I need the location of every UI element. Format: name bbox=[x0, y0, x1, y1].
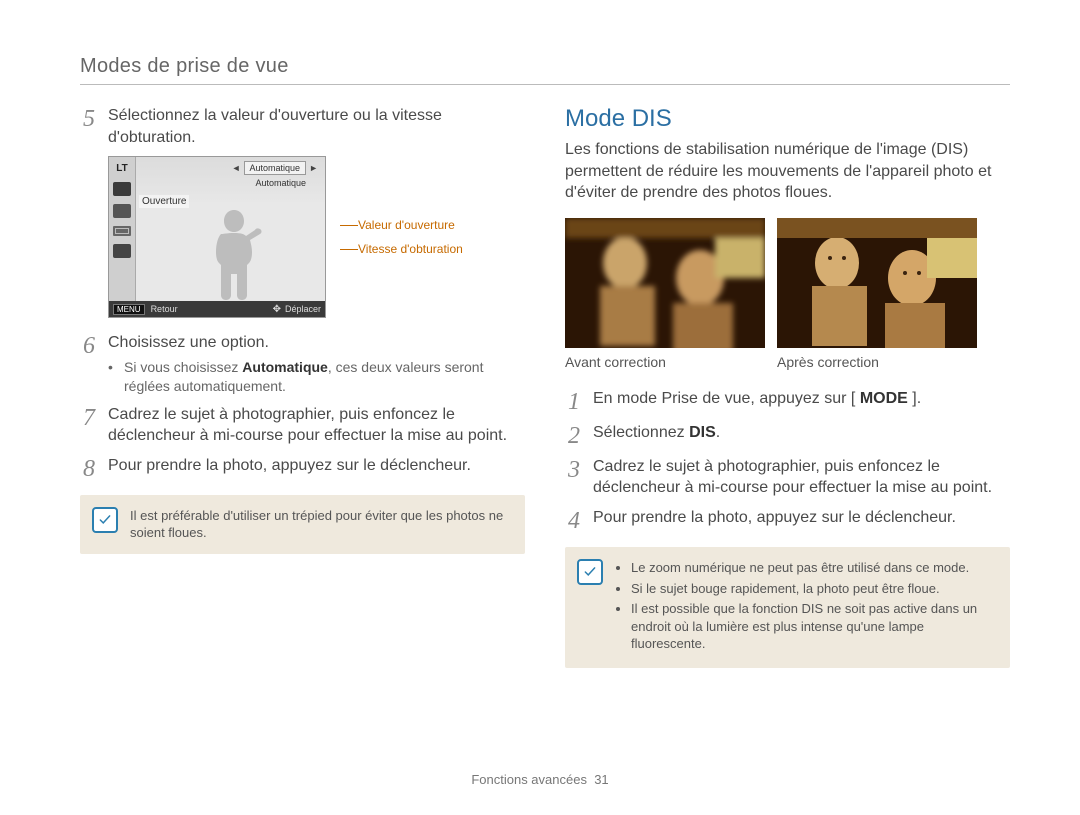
note-item: Il est possible que la fonction DIS ne s… bbox=[631, 600, 996, 653]
step-text: Cadrez le sujet à photographier, puis en… bbox=[108, 404, 525, 447]
photo-captions: Avant correction Après correction bbox=[565, 354, 1010, 370]
bullet-icon: • bbox=[108, 358, 118, 396]
step-5: 5 Sélectionnez la valeur d'ouverture ou … bbox=[80, 105, 525, 148]
note-box-left: Il est préférable d'utiliser un trépied … bbox=[80, 495, 525, 554]
camera-sidebar-icon bbox=[113, 244, 131, 258]
photo-after bbox=[777, 218, 977, 348]
camera-bottom-bar: MENU Retour ✥ Déplacer bbox=[109, 301, 325, 317]
step-text: Sélectionnez la valeur d'ouverture ou la… bbox=[108, 105, 525, 148]
note-text: Il est préférable d'utiliser un trépied … bbox=[130, 507, 511, 542]
step-number: 2 bbox=[565, 424, 583, 448]
camera-auto-label: Automatique bbox=[250, 177, 311, 189]
step-text: Sélectionnez DIS. bbox=[593, 422, 1010, 444]
camera-return-label: Retour bbox=[151, 304, 178, 314]
menu-icon: MENU bbox=[113, 304, 145, 315]
camera-row-shutter: Automatique bbox=[135, 177, 321, 189]
right-step-4: 4 Pour prendre la photo, appuyez sur le … bbox=[565, 507, 1010, 533]
section-header: Modes de prise de vue bbox=[80, 55, 1010, 85]
note-box-right: Le zoom numérique ne peut pas être utili… bbox=[565, 547, 1010, 668]
step-number: 3 bbox=[565, 458, 583, 482]
photo-before bbox=[565, 218, 765, 348]
note-icon bbox=[92, 507, 118, 533]
camera-lt-label: LT bbox=[116, 163, 127, 174]
step-number: 1 bbox=[565, 390, 583, 414]
step-text: Choisissez une option. • Si vous choisis… bbox=[108, 332, 525, 395]
note-list: Le zoom numérique ne peut pas être utili… bbox=[615, 559, 996, 656]
step-number: 7 bbox=[80, 406, 98, 430]
camera-callouts: Valeur d'ouverture Vitesse d'obturation bbox=[340, 218, 463, 256]
note-item: Le zoom numérique ne peut pas être utili… bbox=[631, 559, 996, 577]
right-column: Mode DIS Les fonctions de stabilisation … bbox=[565, 105, 1010, 668]
step-text: Pour prendre la photo, appuyez sur le dé… bbox=[593, 507, 1010, 529]
step-text: Cadrez le sujet à photographier, puis en… bbox=[593, 456, 1010, 499]
right-step-3: 3 Cadrez le sujet à photographier, puis … bbox=[565, 456, 1010, 499]
step-text: En mode Prise de vue, appuyez sur [ MODE… bbox=[593, 388, 1010, 410]
right-step-2: 2 Sélectionnez DIS. bbox=[565, 422, 1010, 448]
camera-screen: LT ◄ Automatique ► Automatique bbox=[108, 156, 326, 318]
step-number: 8 bbox=[80, 457, 98, 481]
callout-aperture: Valeur d'ouverture bbox=[358, 218, 455, 232]
chevron-right-icon: ► bbox=[306, 163, 321, 173]
navigate-icon: ✥ bbox=[273, 304, 281, 315]
mode-dis-title: Mode DIS bbox=[565, 105, 1010, 133]
camera-sidebar: LT bbox=[109, 157, 136, 317]
footer-section: Fonctions avancées bbox=[471, 772, 587, 787]
footer-page: 31 bbox=[594, 772, 608, 787]
substep-bold: Automatique bbox=[242, 359, 328, 375]
note-item: Si le sujet bouge rapidement, la photo p… bbox=[631, 580, 996, 598]
note-icon bbox=[577, 559, 603, 585]
step-6: 6 Choisissez une option. • Si vous chois… bbox=[80, 332, 525, 395]
step-7: 7 Cadrez le sujet à photographier, puis … bbox=[80, 404, 525, 447]
camera-sidebar-icon bbox=[113, 182, 131, 196]
caption-after: Après correction bbox=[777, 354, 977, 370]
caption-before: Avant correction bbox=[565, 354, 765, 370]
camera-move-group: ✥ Déplacer bbox=[273, 304, 321, 315]
mode-dis-intro: Les fonctions de stabilisation numérique… bbox=[565, 139, 1010, 204]
camera-row-aperture: ◄ Automatique ► bbox=[135, 161, 321, 175]
callout-shutter: Vitesse d'obturation bbox=[358, 242, 463, 256]
camera-move-label: Déplacer bbox=[285, 304, 321, 314]
page-footer: Fonctions avancées 31 bbox=[0, 772, 1080, 787]
camera-row-label: Ouverture bbox=[139, 195, 189, 208]
step-number: 6 bbox=[80, 334, 98, 358]
silhouette-icon bbox=[199, 202, 269, 302]
comparison-photos bbox=[565, 218, 1010, 348]
right-step-1: 1 En mode Prise de vue, appuyez sur [ MO… bbox=[565, 388, 1010, 414]
substep-prefix: Si vous choisissez bbox=[124, 359, 242, 375]
step-text: Pour prendre la photo, appuyez sur le dé… bbox=[108, 455, 525, 477]
step-number: 4 bbox=[565, 509, 583, 533]
camera-sidebar-icon bbox=[113, 204, 131, 218]
step-number: 5 bbox=[80, 107, 98, 131]
camera-auto-pill: Automatique bbox=[244, 161, 307, 175]
chevron-left-icon: ◄ bbox=[229, 163, 244, 173]
step-8: 8 Pour prendre la photo, appuyez sur le … bbox=[80, 455, 525, 481]
left-column: 5 Sélectionnez la valeur d'ouverture ou … bbox=[80, 105, 525, 668]
camera-screen-wrap: LT ◄ Automatique ► Automatique bbox=[108, 156, 525, 318]
